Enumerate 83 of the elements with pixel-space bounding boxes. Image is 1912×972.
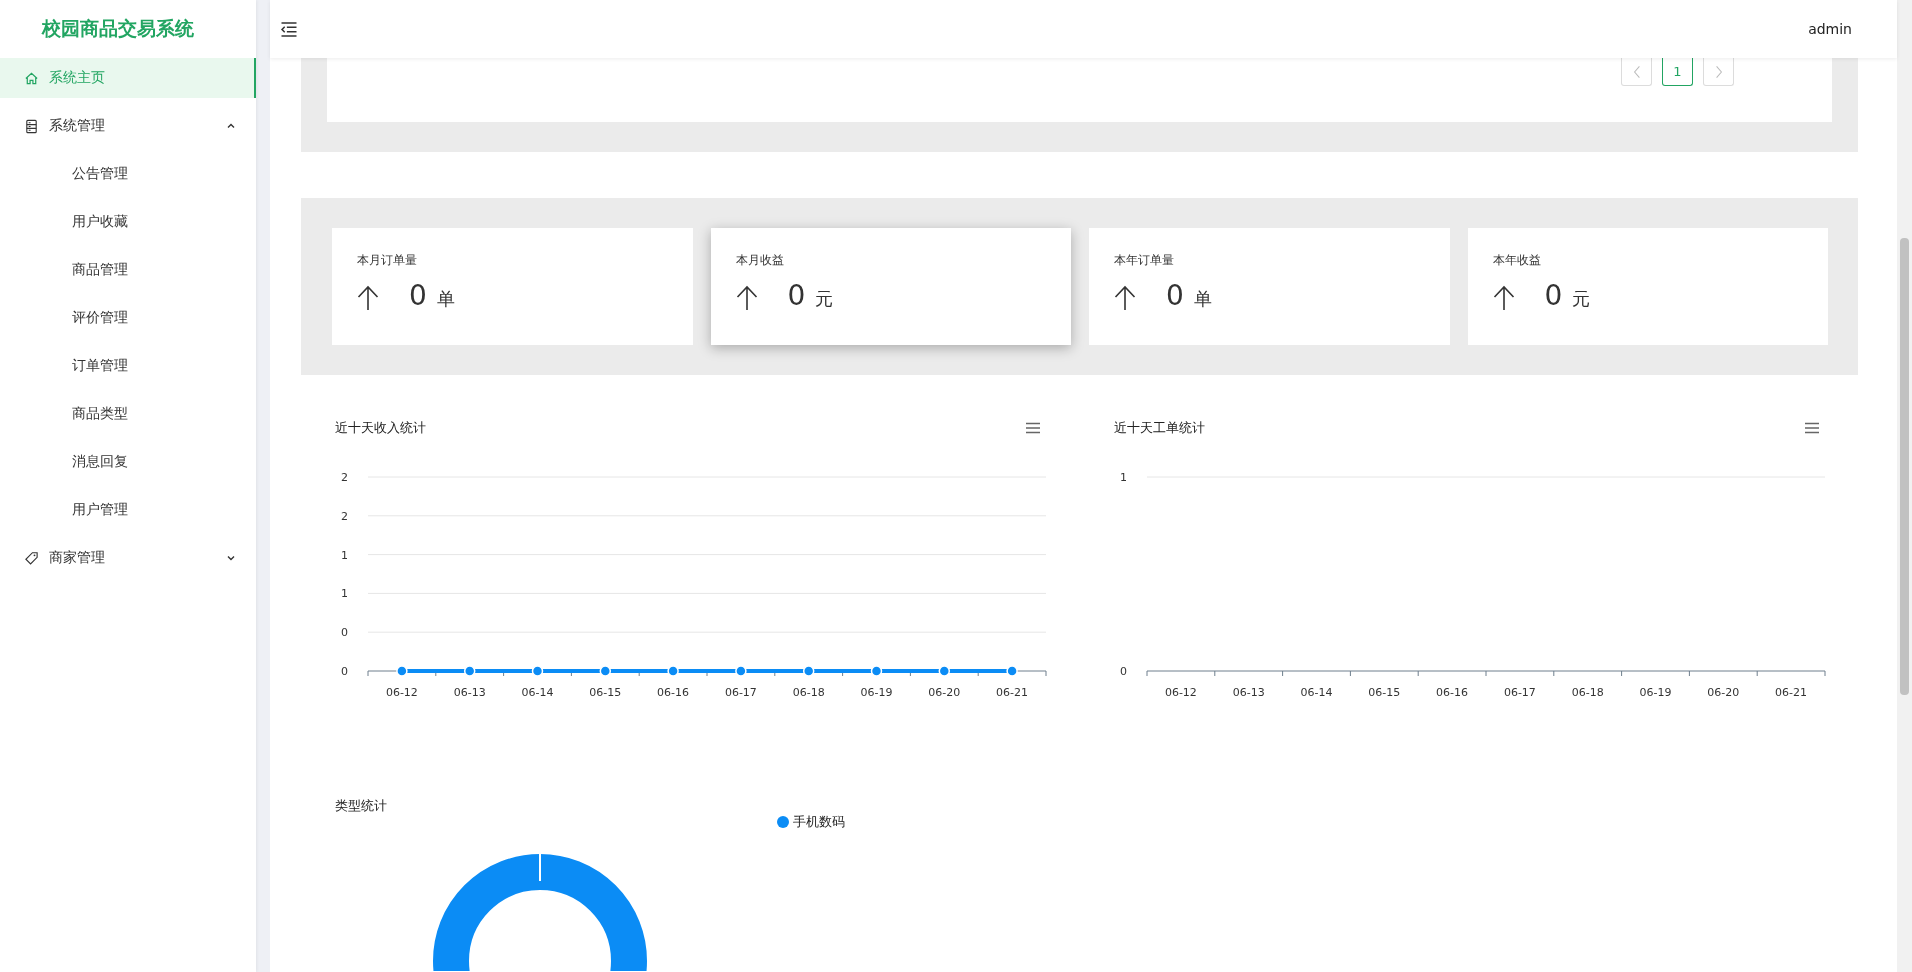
arrow-up-icon (357, 285, 379, 311)
submenu-item[interactable]: 公告管理 (0, 154, 256, 194)
data-point (735, 665, 747, 677)
data-point (396, 665, 408, 677)
x-tick-label: 06-20 (928, 686, 961, 699)
scrollbar-thumb[interactable] (1900, 238, 1909, 695)
stat-label: 本年收益 (1492, 252, 1542, 269)
chart-title: 近十天收入统计 (335, 419, 426, 437)
x-tick-label: 06-15 (589, 686, 622, 699)
menu-icon[interactable] (1025, 422, 1041, 434)
menu-icon[interactable] (1804, 422, 1820, 434)
x-tick-label: 06-19 (860, 686, 893, 699)
submenu-item[interactable]: 用户收藏 (0, 202, 256, 242)
x-tick-label: 06-14 (1300, 686, 1333, 699)
x-tick-label: 06-12 (1164, 686, 1197, 699)
x-tick-label: 06-17 (724, 686, 757, 699)
caret-icon (226, 121, 236, 131)
chevron-left-icon (1632, 64, 1641, 79)
stat-value: 0 (409, 281, 427, 311)
x-tick-label: 06-13 (453, 686, 486, 699)
collapse-menu-icon[interactable] (280, 21, 298, 37)
x-tick-label: 06-16 (657, 686, 690, 699)
chart-title: 近十天工单统计 (1114, 419, 1205, 437)
y-tick-label: 0 (1120, 665, 1127, 678)
x-tick-label: 06-15 (1368, 686, 1401, 699)
tag-icon (24, 550, 39, 566)
scrollbar[interactable] (1897, 0, 1912, 972)
y-tick-label: 0 (341, 665, 348, 678)
x-tick-label: 06-17 (1503, 686, 1536, 699)
data-point (802, 665, 815, 677)
x-tick-label: 06-16 (1436, 686, 1469, 699)
submenu-item[interactable]: 用户管理 (0, 490, 256, 530)
legend-label[interactable]: 手机数码 (793, 813, 845, 831)
submenu-item[interactable]: 订单管理 (0, 346, 256, 386)
x-tick-label: 06-19 (1639, 686, 1672, 699)
user-name[interactable]: admin (1808, 21, 1852, 37)
submenu-item[interactable]: 商品管理 (0, 250, 256, 290)
server-icon (24, 118, 39, 134)
app-title: 校园商品交易系统 (40, 16, 195, 41)
y-tick-label: 1 (1120, 471, 1127, 484)
stat-label: 本月订单量 (357, 252, 418, 269)
arrow-up-icon (735, 285, 758, 311)
data-point (870, 665, 883, 677)
stat-unit: 元 (1572, 287, 1591, 311)
x-tick-label: 06-14 (521, 686, 554, 699)
x-tick-label: 06-12 (385, 686, 418, 699)
menu-item[interactable]: 系统管理 (0, 106, 256, 146)
x-tick-label: 06-21 (996, 686, 1029, 699)
y-tick-label: 1 (341, 587, 348, 601)
x-tick-label: 06-20 (1707, 686, 1740, 699)
stat-unit: 单 (436, 287, 455, 311)
data-point (463, 665, 476, 677)
x-tick-label: 06-13 (1232, 686, 1265, 699)
legend-dot[interactable] (777, 816, 789, 828)
chart-title: 类型统计 (335, 797, 388, 815)
data-point (667, 665, 679, 677)
arrow-up-icon (1492, 285, 1515, 311)
x-tick-label: 06-18 (792, 686, 825, 699)
submenu-item[interactable]: 评价管理 (0, 298, 256, 338)
submenu-item[interactable]: 商品类型 (0, 394, 256, 434)
data-point (1006, 665, 1018, 677)
y-tick-label: 2 (341, 509, 348, 523)
y-tick-label: 0 (341, 626, 348, 640)
stat-value: 0 (1544, 281, 1563, 311)
caret-icon (226, 553, 236, 563)
x-tick-label: 06-18 (1571, 686, 1604, 699)
stat-label: 本年订单量 (1114, 252, 1175, 269)
data-point (599, 665, 612, 677)
x-tick-label: 06-21 (1775, 686, 1808, 699)
stat-value: 0 (787, 281, 806, 311)
chevron-right-icon (1714, 64, 1723, 79)
y-tick-label: 2 (341, 471, 348, 484)
stat-unit: 单 (1193, 287, 1212, 311)
home-icon (24, 70, 39, 86)
y-tick-label: 1 (341, 548, 348, 562)
stat-unit: 元 (815, 287, 834, 311)
data-point (938, 665, 951, 677)
stat-value: 0 (1166, 281, 1184, 311)
data-point (531, 665, 544, 677)
stat-label: 本月收益 (735, 252, 785, 269)
submenu-item[interactable]: 消息回复 (0, 442, 256, 482)
arrow-up-icon (1114, 285, 1136, 311)
menu-item[interactable]: 商家管理 (0, 538, 256, 578)
